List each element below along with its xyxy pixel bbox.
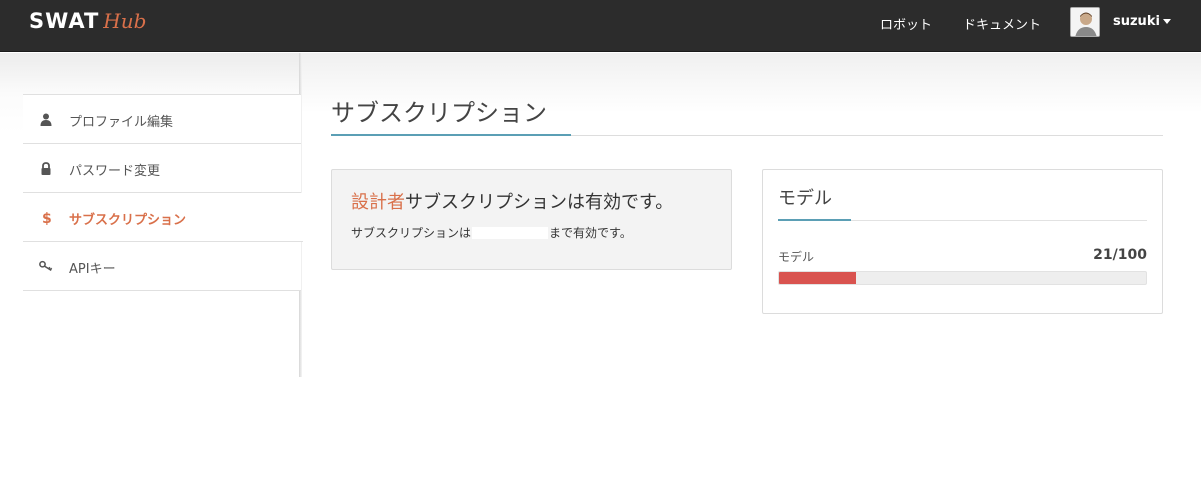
chevron-down-icon — [1162, 19, 1171, 24]
model-usage-panel: モデル モデル 21/100 — [762, 169, 1163, 314]
user-avatar-icon[interactable] — [1070, 7, 1100, 37]
model-usage-count: 21/100 — [1093, 247, 1147, 263]
plan-name: 設計者 — [351, 192, 405, 213]
status-heading-text: サブスクリプションは有効です。 — [405, 192, 674, 213]
model-usage-progress — [778, 271, 1147, 285]
sidebar-item-api-key[interactable]: APIキー — [23, 242, 301, 291]
title-divider-accent — [331, 134, 571, 136]
brand-name: SWAT — [29, 9, 100, 33]
subscription-status-panel: 設計者サブスクリプションは有効です。 サブスクリプションは まで有効です。 — [331, 169, 732, 270]
dollar-icon: $ — [39, 210, 53, 225]
model-usage-label: モデル — [778, 250, 815, 264]
sidebar: プロファイル編集 パスワード変更 $ サブスクリプション APIキー — [23, 94, 303, 291]
user-name: suzuki — [1113, 14, 1160, 29]
user-icon — [39, 112, 53, 126]
nav-docs-link[interactable]: ドキュメント — [963, 14, 1041, 33]
expiry-suffix: まで有効です。 — [549, 226, 632, 240]
sidebar-item-subscription[interactable]: $ サブスクリプション — [23, 193, 303, 242]
model-usage-progress-fill — [779, 272, 857, 284]
subscription-expiry-line: サブスクリプションは まで有効です。 — [351, 224, 632, 241]
sidebar-item-label: パスワード変更 — [69, 164, 161, 179]
nav-robot-link[interactable]: ロボット — [880, 14, 932, 33]
expiry-prefix: サブスクリプションは — [351, 226, 472, 240]
user-menu[interactable]: suzuki — [1113, 14, 1171, 29]
model-panel-title: モデル — [778, 188, 832, 209]
lock-icon — [39, 161, 53, 175]
svg-text:$: $ — [42, 211, 51, 225]
key-icon — [39, 259, 53, 273]
page-title: サブスクリプション — [331, 99, 547, 127]
sidebar-item-label: プロファイル編集 — [69, 115, 174, 130]
sidebar-item-label: APIキー — [69, 262, 116, 277]
top-navbar: SWAT Hub ロボット ドキュメント suzuki — [0, 0, 1201, 52]
model-divider-accent — [778, 219, 851, 221]
sidebar-item-password[interactable]: パスワード変更 — [23, 144, 301, 193]
sidebar-item-profile[interactable]: プロファイル編集 — [23, 95, 301, 144]
sidebar-item-label: サブスクリプション — [69, 213, 187, 228]
redacted-date — [472, 226, 549, 239]
brand-accent: Hub — [103, 9, 147, 33]
brand-logo[interactable]: SWAT Hub — [29, 9, 146, 37]
subscription-status-heading: 設計者サブスクリプションは有効です。 — [351, 188, 673, 214]
